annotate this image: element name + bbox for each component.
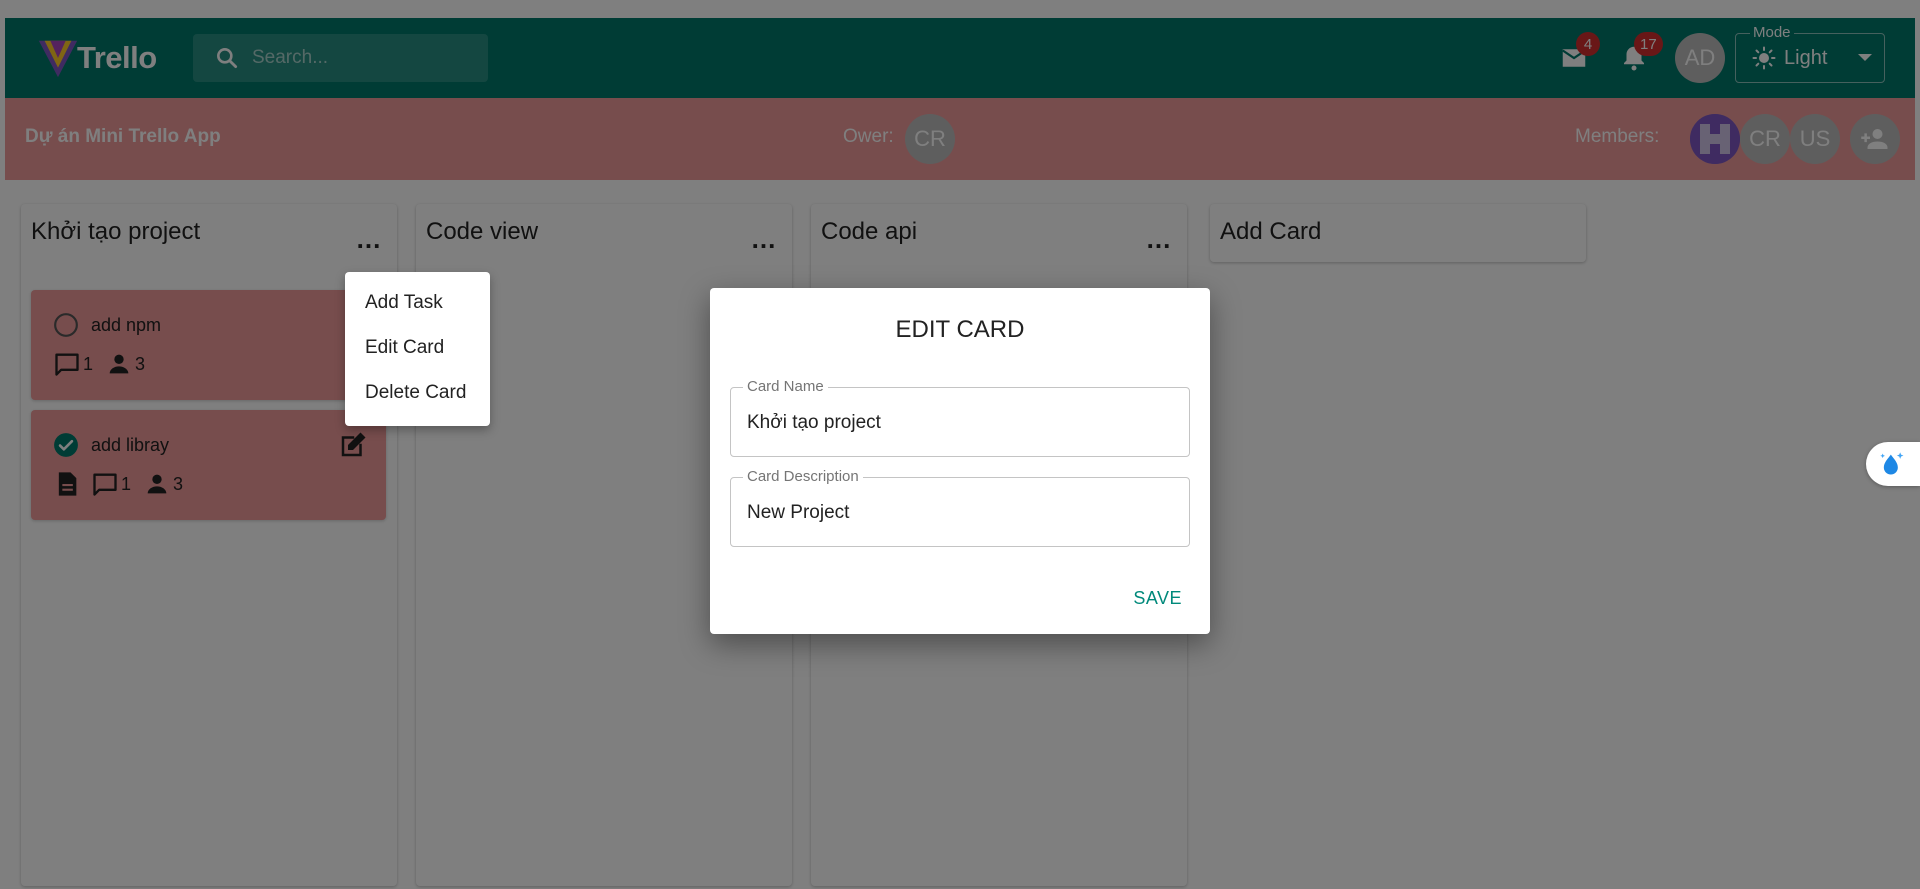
save-button[interactable]: SAVE [1133, 588, 1182, 609]
edit-card-dialog: EDIT CARD Card Name Khởi tạo project Car… [710, 288, 1210, 634]
card-description-field[interactable]: Card Description New Project [730, 468, 1190, 547]
menu-item-edit-card[interactable]: Edit Card [345, 325, 490, 370]
card-description-label: Card Description [743, 468, 863, 485]
floating-assistant-button[interactable] [1866, 442, 1920, 486]
card-name-field[interactable]: Card Name Khởi tạo project [730, 378, 1190, 457]
card-name-label: Card Name [743, 378, 828, 395]
sparkle-drop-icon [1880, 452, 1904, 475]
dialog-title: EDIT CARD [895, 316, 1025, 343]
menu-item-delete-card[interactable]: Delete Card [345, 370, 490, 415]
card-name-value[interactable]: Khởi tạo project [747, 412, 881, 434]
card-description-value[interactable]: New Project [747, 502, 849, 524]
card-options-menu: Add Task Edit Card Delete Card [345, 272, 490, 426]
menu-item-add-task[interactable]: Add Task [345, 280, 490, 325]
